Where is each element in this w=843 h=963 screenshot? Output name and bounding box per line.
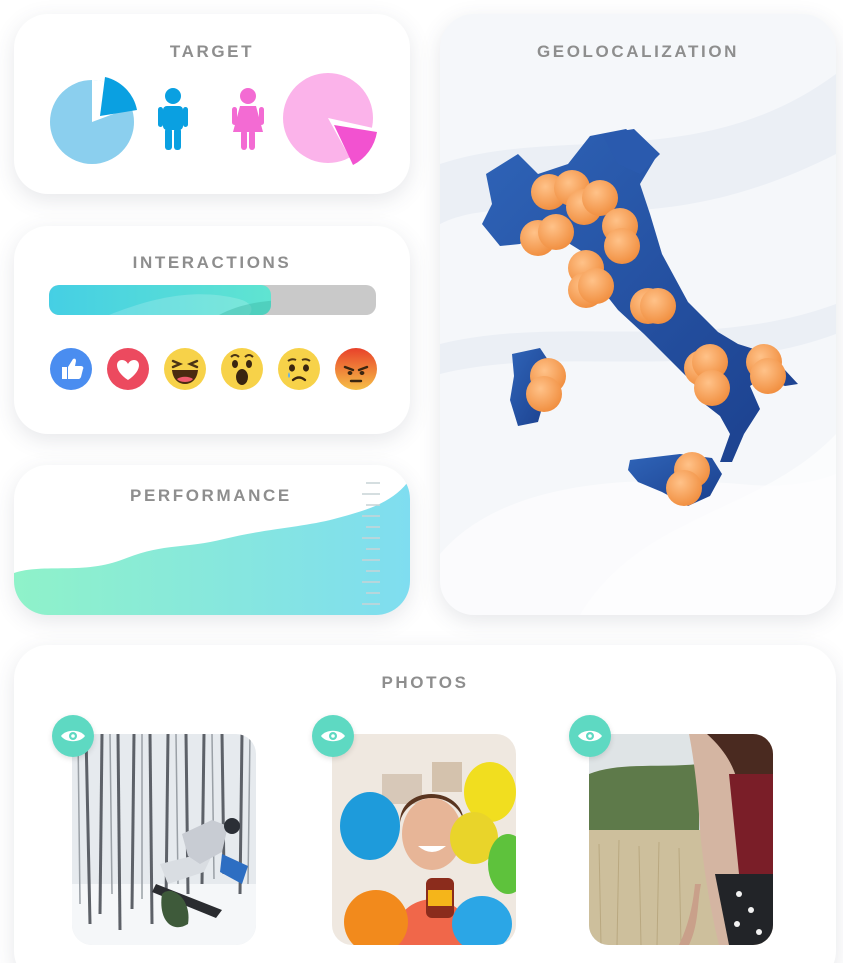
location-marker [666, 470, 702, 506]
love-reaction-icon[interactable] [106, 347, 150, 391]
eye-icon[interactable] [312, 715, 354, 757]
location-marker [578, 268, 614, 304]
performance-card: PERFORMANCE [14, 465, 410, 615]
male-share-pie-icon [50, 77, 137, 164]
photo-item[interactable] [312, 715, 516, 945]
like-reaction-icon[interactable] [49, 347, 93, 391]
male-person-icon [158, 88, 188, 150]
target-card: TARGET [14, 14, 410, 194]
geolocalization-card: GEOLOCALIZATION [440, 14, 836, 615]
photo-wheat-field[interactable] [589, 734, 773, 945]
location-marker [538, 214, 574, 250]
target-title: TARGET [169, 42, 255, 61]
photo-snowboarder[interactable] [72, 734, 256, 945]
geolocalization-title: GEOLOCALIZATION [536, 42, 740, 61]
location-marker [526, 376, 562, 412]
photos-card: PHOTOS [14, 645, 836, 963]
haha-reaction-icon[interactable] [163, 347, 207, 391]
wow-reaction-icon[interactable] [220, 347, 264, 391]
interactions-title: INTERACTIONS [132, 253, 292, 272]
sad-reaction-icon[interactable] [277, 347, 321, 391]
photo-balloons[interactable] [332, 734, 516, 945]
eye-icon[interactable] [569, 715, 611, 757]
photos-title: PHOTOS [381, 673, 469, 692]
location-marker [640, 288, 676, 324]
location-marker [604, 228, 640, 264]
female-share-pie-icon [283, 73, 377, 165]
performance-title: PERFORMANCE [130, 486, 292, 505]
interactions-card: INTERACTIONS [14, 226, 410, 434]
location-marker [694, 370, 730, 406]
interactions-progress-bar [49, 285, 376, 315]
photo-item[interactable] [52, 715, 256, 945]
female-person-icon [232, 88, 264, 150]
italy-map [440, 74, 836, 615]
photo-item[interactable] [569, 715, 773, 945]
location-marker [750, 358, 786, 394]
eye-icon[interactable] [52, 715, 94, 757]
interactions-progress-fill [49, 285, 272, 315]
angry-reaction-icon[interactable] [334, 347, 378, 391]
reactions-row [49, 347, 379, 393]
